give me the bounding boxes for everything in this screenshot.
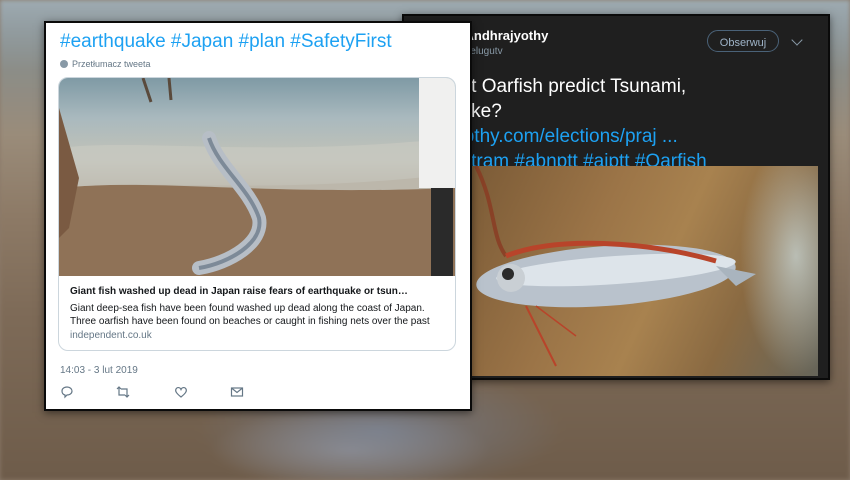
tweet-card-left: #earthquake #Japan #plan #SafetyFirst Pr…: [44, 21, 472, 411]
link-preview-card[interactable]: Giant fish washed up dead in Japan raise…: [58, 77, 456, 351]
tweet-text-line: uake?: [450, 101, 502, 122]
chevron-down-icon[interactable]: [791, 34, 803, 46]
tweet-text: ant Oarfish predict Tsunami, uake? jyoth…: [450, 74, 828, 174]
link-card-domain: independent.co.uk: [70, 330, 152, 341]
tweet-hashtags[interactable]: #earthquake #Japan #plan #SafetyFirst: [60, 31, 392, 53]
oarfish-photo[interactable]: [466, 166, 818, 376]
tweet-actions: [60, 385, 360, 401]
like-icon[interactable]: [174, 385, 188, 399]
translate-tweet-link[interactable]: Przetłumacz tweeta: [60, 59, 151, 69]
reply-icon[interactable]: [60, 385, 74, 399]
link-card-description: Giant deep-sea fish have been found wash…: [70, 303, 430, 327]
tweet-link[interactable]: jyothy.com/elections/praj ...: [450, 124, 828, 149]
dm-icon[interactable]: [230, 385, 244, 399]
globe-icon: [60, 60, 68, 68]
link-card-title: Giant fish washed up dead in Japan raise…: [70, 286, 408, 297]
tweet-text-line: ant Oarfish predict Tsunami,: [450, 76, 687, 97]
follow-button[interactable]: Obserwuj: [707, 30, 779, 52]
retweet-icon[interactable]: [116, 385, 130, 399]
oarfish-beach-photo: [59, 78, 455, 276]
tweet-timestamp[interactable]: 14:03 - 3 lut 2019: [60, 365, 138, 376]
translate-label: Przetłumacz tweeta: [72, 59, 151, 69]
